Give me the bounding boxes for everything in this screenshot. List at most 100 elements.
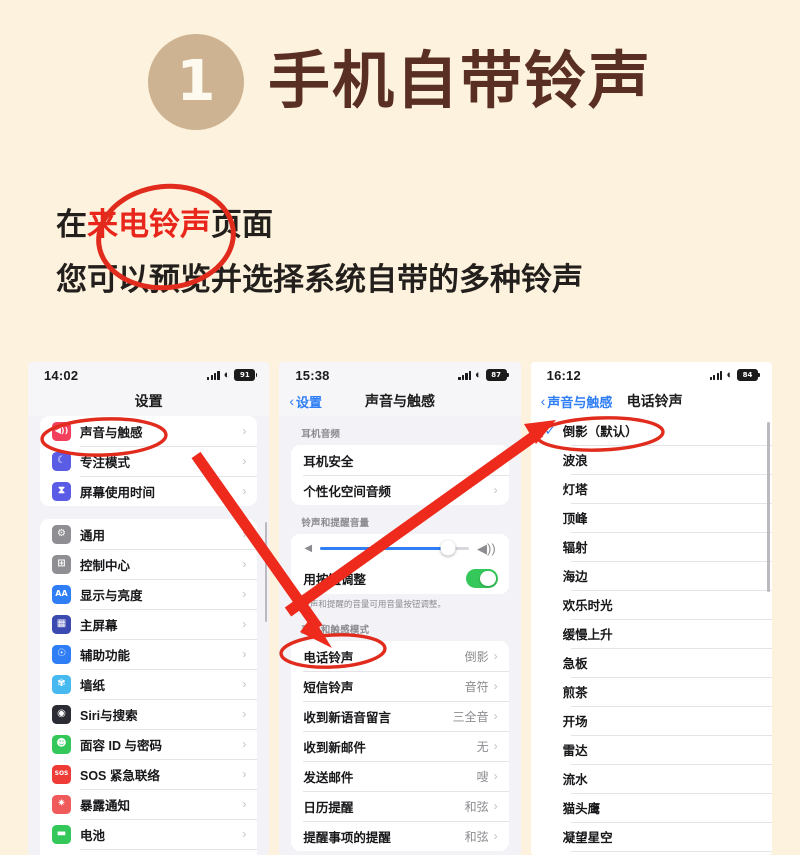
row-reminder-alert[interactable]: 提醒事项的提醒 和弦 › <box>291 821 509 851</box>
ringtone-item[interactable]: ✓辐射 <box>531 532 772 561</box>
gear-icon: ⚙ <box>52 524 71 544</box>
ringtone-item-selected[interactable]: ✓ 倒影（默认） <box>531 416 772 445</box>
scrollbar[interactable] <box>264 522 268 622</box>
settings-row-wallpaper[interactable]: ✾ 墙纸 › <box>40 669 258 699</box>
checkmark-icon: ✓ <box>545 656 563 669</box>
wallpaper-icon: ✾ <box>52 674 71 694</box>
chevron-right-icon: › <box>493 799 498 814</box>
status-bar: 16:12 ◐ 84 <box>530 362 772 386</box>
back-label: 声音与触感 <box>547 394 613 410</box>
headphone-audio-group: 耳机安全 › 个性化空间音频 › <box>291 445 509 505</box>
volume-slider[interactable] <box>320 540 469 556</box>
checkmark-icon: ✓ <box>545 743 563 756</box>
page-header: 1 手机自带铃声 <box>0 34 800 130</box>
cellular-signal-icon <box>207 370 220 380</box>
ringtone-item[interactable]: ✓山顶 <box>531 851 772 855</box>
settings-row-display[interactable]: AA 显示与亮度 › <box>40 579 258 609</box>
row-sent-mail[interactable]: 发送邮件 嗖 › <box>291 761 509 791</box>
row-new-mail[interactable]: 收到新邮件 无 › <box>291 731 509 761</box>
row-text-tone[interactable]: 短信铃声 音符 › <box>291 671 509 701</box>
battery-icon: 84 <box>736 369 760 381</box>
row-headphone-safety[interactable]: 耳机安全 › <box>291 445 508 475</box>
settings-row-homescreen[interactable]: ▦ 主屏幕 › <box>40 609 258 639</box>
face-id-icon: ☻ <box>52 734 71 754</box>
display-icon: AA <box>52 584 71 604</box>
settings-row-screentime[interactable]: ⧗ 屏幕使用时间 › <box>40 476 258 506</box>
settings-row-privacy[interactable]: ✋ 隐私与安全性 › <box>40 849 258 855</box>
settings-row-general[interactable]: ⚙ 通用 › <box>40 519 257 549</box>
ringtone-item[interactable]: ✓急板 <box>531 648 772 677</box>
chevron-right-icon: › <box>242 827 247 841</box>
nav-title: 电话铃声 <box>626 393 683 409</box>
checkmark-icon: ✓ <box>545 830 563 843</box>
volume-slider-row[interactable]: ◀ ◀)) <box>291 534 509 563</box>
phone-screenshot-settings: 14:02 ◐ 91 设置 ◀)) 声音与触感 › ☾ 专注模式 › ⧗ 屏幕使… <box>28 362 270 855</box>
ringtone-item[interactable]: ✓海边 <box>531 561 772 590</box>
settings-row-battery[interactable]: ▬ 电池 › <box>40 819 258 849</box>
ringtone-item[interactable]: ✓顶峰 <box>531 503 772 532</box>
settings-row-exposure[interactable]: ✷ 暴露通知 › <box>40 789 258 819</box>
settings-list[interactable]: ◀)) 声音与触感 › ☾ 专注模式 › ⧗ 屏幕使用时间 › ⚙ 通用 › ⊞… <box>28 416 270 855</box>
row-voicemail[interactable]: 收到新语音留言 三全音 › <box>291 701 509 731</box>
ringtone-item[interactable]: ✓波浪 <box>531 445 772 474</box>
hourglass-icon: ⧗ <box>52 481 71 501</box>
row-label: 辅助功能 <box>80 648 131 663</box>
settings-row-siri[interactable]: ◉ Siri与搜索 › <box>40 699 258 729</box>
chevron-right-icon: › <box>493 739 498 754</box>
back-button[interactable]: ‹ 声音与触感 <box>541 392 613 411</box>
accessibility-icon: ☉ <box>52 644 71 664</box>
nav-bar: 设置 <box>28 386 270 416</box>
ringtone-item[interactable]: ✓灯塔 <box>531 474 772 503</box>
ringtone-item[interactable]: ✓煎茶 <box>531 677 772 706</box>
slider-knob[interactable] <box>440 540 456 556</box>
row-value: 和弦 <box>464 829 489 844</box>
checkmark-icon: ✓ <box>545 511 563 524</box>
step-badge: 1 <box>147 34 244 130</box>
chevron-right-icon: › <box>242 587 247 601</box>
ringer-volume-footnote: 铃声和提醒的音量可用音量按钮调整。 <box>301 599 446 609</box>
scrollbar[interactable] <box>767 422 770 592</box>
settings-group-1: ◀)) 声音与触感 › ☾ 专注模式 › ⧗ 屏幕使用时间 › <box>40 416 258 506</box>
ringtone-item[interactable]: ✓流水 <box>531 764 772 793</box>
row-change-with-buttons[interactable]: 用按钮调整 <box>291 563 508 594</box>
exposure-icon: ✷ <box>52 794 71 814</box>
row-label: 面容 ID 与密码 <box>80 738 162 753</box>
chevron-right-icon: › <box>242 737 247 751</box>
ringtone-list[interactable]: ✓ 倒影（默认） ✓波浪 ✓灯塔 ✓顶峰 ✓辐射 ✓海边 ✓欢乐时光 ✓缓慢上升… <box>530 416 772 855</box>
chevron-right-icon: › <box>493 829 498 844</box>
ringtone-item[interactable]: ✓缓慢上升 <box>531 619 772 648</box>
ringtone-item[interactable]: ✓开场 <box>531 706 772 735</box>
settings-row-focus[interactable]: ☾ 专注模式 › <box>40 446 258 476</box>
chevron-right-icon: › <box>493 709 498 724</box>
change-with-buttons-toggle[interactable] <box>465 569 498 588</box>
phone-screenshot-sounds: 15:38 ◐ 87 ‹ 设置 声音与触感 耳机音频 耳机安全 › 个性化空间音… <box>279 362 521 855</box>
subtitle-highlight: 来电铃声 <box>87 207 211 242</box>
row-spatial-audio[interactable]: 个性化空间音频 › <box>291 475 509 505</box>
ringtone-item[interactable]: ✓凝望星空 <box>531 822 772 851</box>
ringtone-item[interactable]: ✓欢乐时光 <box>531 590 772 619</box>
row-ringtone[interactable]: 电话铃声 倒影 › <box>291 641 508 671</box>
settings-row-sound[interactable]: ◀)) 声音与触感 › <box>40 416 257 446</box>
settings-row-controlcenter[interactable]: ⊞ 控制中心 › <box>40 549 258 579</box>
status-indicators: ◐ 87 <box>458 369 509 381</box>
settings-row-faceid[interactable]: ☻ 面容 ID 与密码 › <box>40 729 258 759</box>
wifi-icon: ◐ <box>223 368 231 381</box>
checkmark-icon: ✓ <box>545 801 563 814</box>
ringer-volume-group: ◀ ◀)) 用按钮调整 <box>291 534 509 594</box>
ringtone-item[interactable]: ✓雷达 <box>531 735 772 764</box>
chevron-right-icon: › <box>493 679 498 694</box>
screenshot-row: 14:02 ◐ 91 设置 ◀)) 声音与触感 › ☾ 专注模式 › ⧗ 屏幕使… <box>0 362 800 855</box>
row-calendar-alert[interactable]: 日历提醒 和弦 › <box>291 791 509 821</box>
section-title-headphone-audio: 耳机音频 <box>301 429 341 440</box>
back-button[interactable]: ‹ 设置 <box>289 392 322 411</box>
row-label: 通用 <box>80 528 106 543</box>
checkmark-icon: ✓ <box>545 598 563 611</box>
sounds-list[interactable]: 耳机音频 耳机安全 › 个性化空间音频 › 铃声和提醒音量 ◀ ◀)) 用按钮调… <box>279 416 521 855</box>
settings-row-sos[interactable]: SOS SOS 紧急联络 › <box>40 759 258 789</box>
battery-level: 87 <box>491 370 502 379</box>
row-label: 墙纸 <box>80 678 106 693</box>
settings-row-accessibility[interactable]: ☉ 辅助功能 › <box>40 639 258 669</box>
step-number: 1 <box>176 49 216 114</box>
ringtone-item[interactable]: ✓猫头鹰 <box>531 793 772 822</box>
speaker-icon: ◀)) <box>52 421 71 441</box>
